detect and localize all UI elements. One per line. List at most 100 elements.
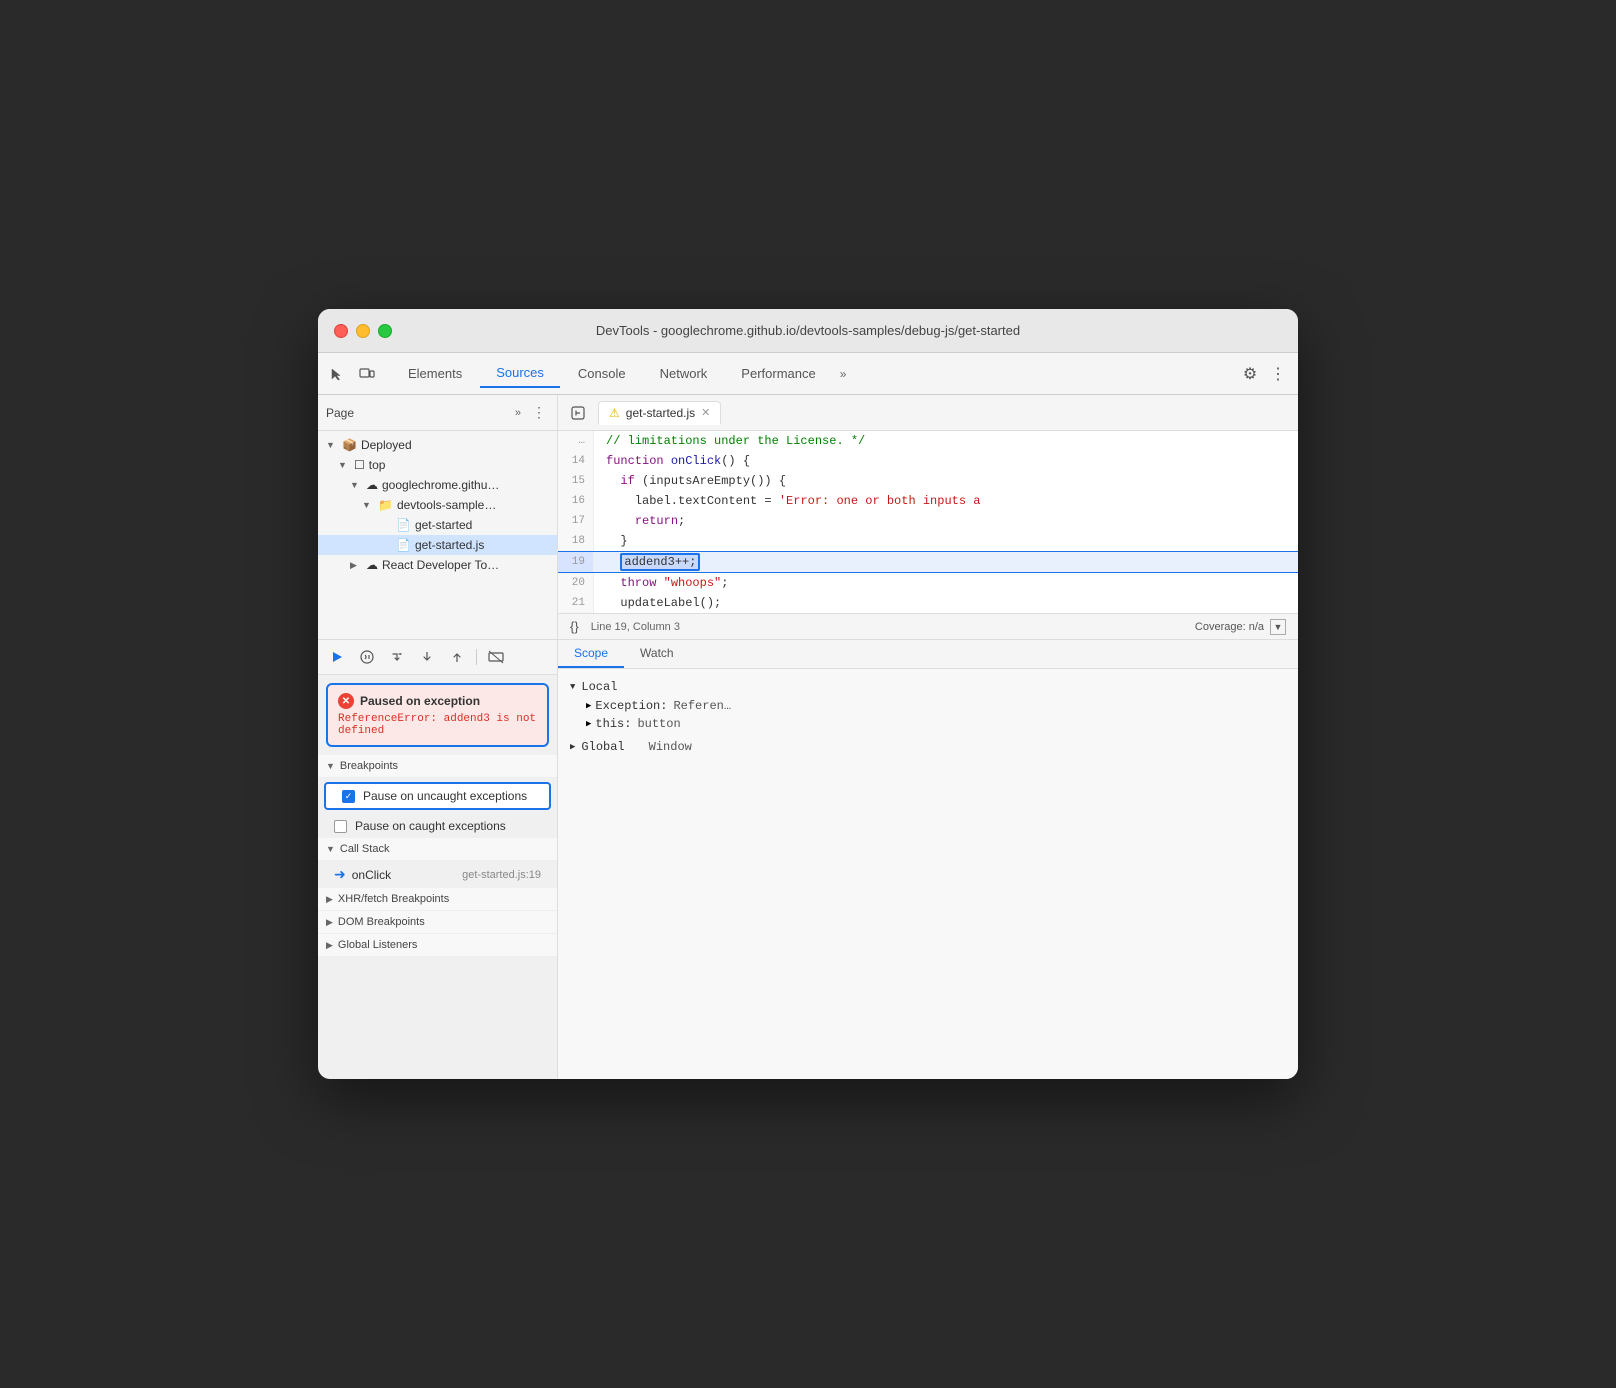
tree-arrow: ▼ — [350, 480, 362, 490]
dom-breakpoints-section-header[interactable]: ▶ DOM Breakpoints — [318, 911, 557, 934]
call-stack-section-header[interactable]: ▼ Call Stack — [318, 838, 557, 861]
tab-sources[interactable]: Sources — [480, 359, 560, 388]
code-line-16: 16 label.textContent = 'Error: one or bo… — [558, 491, 1298, 511]
file-icon: 📄 — [396, 518, 411, 532]
xhr-arrow-icon: ▶ — [326, 894, 333, 905]
top-tabs-bar: Elements Sources Console Network Perform… — [318, 353, 1298, 395]
pause-uncaught-check-icon — [342, 790, 355, 803]
scope-group-global-header[interactable]: ▶ Global Window — [562, 737, 1294, 757]
scope-item-exception[interactable]: ▶ Exception: Referen… — [562, 697, 1294, 715]
tab-console[interactable]: Console — [562, 360, 642, 387]
coverage-toggle[interactable]: ▼ — [1270, 619, 1286, 635]
tree-item-get-started-js[interactable]: 📄 get-started.js — [318, 535, 557, 555]
tab-network[interactable]: Network — [644, 360, 724, 387]
file-tab-get-started-js[interactable]: ⚠ get-started.js ✕ — [598, 401, 721, 425]
tree-item-react-devtools[interactable]: ▶ ☁ React Developer To… — [318, 555, 557, 575]
call-stack-item-onlick[interactable]: ➜ onClick get-started.js:19 — [318, 861, 557, 888]
minimize-button[interactable] — [356, 324, 370, 338]
scope-group-local: ▼ Local ▶ Exception: Referen… ▶ this: bu… — [562, 677, 1294, 733]
tree-label: React Developer To… — [382, 558, 499, 572]
scope-value: Referen… — [673, 699, 731, 713]
call-stack-arrow-icon: ▼ — [326, 844, 335, 854]
scope-item-arrow-icon2: ▶ — [586, 719, 591, 729]
deployed-icon: 📦 — [342, 438, 357, 452]
pause-button[interactable] — [356, 646, 378, 668]
scope-tab-watch[interactable]: Watch — [624, 640, 690, 668]
coverage-panel: Coverage: n/a ▼ — [1195, 619, 1286, 635]
tab-elements[interactable]: Elements — [392, 360, 478, 387]
deactivate-breakpoints-button[interactable] — [485, 646, 507, 668]
exception-title-text: Paused on exception — [360, 694, 480, 708]
scope-local-label: Local — [581, 680, 617, 694]
bottom-panel: ✕ Paused on exception ReferenceError: ad… — [318, 639, 1298, 1079]
sidebar-header: Page » ⋮ — [318, 395, 557, 431]
pause-uncaught-checkbox[interactable]: Pause on uncaught exceptions — [326, 784, 549, 808]
tab-performance[interactable]: Performance — [725, 360, 831, 387]
more-menu-icon[interactable]: ⋮ — [1266, 362, 1290, 386]
scope-content: ▼ Local ▶ Exception: Referen… ▶ this: bu… — [558, 669, 1298, 769]
line-content: addend3++; — [594, 552, 1298, 572]
line-number: 18 — [558, 531, 594, 551]
status-bar: {} Line 19, Column 3 Coverage: n/a ▼ — [558, 613, 1298, 639]
main-content: Page » ⋮ ▼ 📦 Deployed ▼ ☐ top — [318, 395, 1298, 639]
editor-area: ⚠ get-started.js ✕ … // limitations unde… — [558, 395, 1298, 639]
line-content: updateLabel(); — [594, 593, 1298, 613]
code-line-14: 14 function onClick() { — [558, 451, 1298, 471]
line-number: 16 — [558, 491, 594, 511]
scope-group-local-header[interactable]: ▼ Local — [562, 677, 1294, 697]
editor-tabs: ⚠ get-started.js ✕ — [558, 395, 1298, 431]
breakpoints-section-header[interactable]: ▼ Breakpoints — [318, 755, 557, 778]
close-button[interactable] — [334, 324, 348, 338]
pause-caught-checkbox[interactable]: Pause on caught exceptions — [318, 814, 557, 838]
settings-icon[interactable]: ⚙ — [1236, 360, 1264, 388]
tree-arrow: ▼ — [326, 440, 338, 450]
scope-global-arrow-icon: ▶ — [570, 742, 575, 752]
code-view[interactable]: … // limitations under the License. */ 1… — [558, 431, 1298, 613]
global-listeners-section-header[interactable]: ▶ Global Listeners — [318, 934, 557, 957]
pause-caught-check-icon — [334, 820, 347, 833]
call-stack-section-title: Call Stack — [340, 843, 390, 855]
folder-icon: 📁 — [378, 498, 393, 512]
format-icon[interactable]: {} — [570, 619, 579, 634]
exception-notice: ✕ Paused on exception ReferenceError: ad… — [326, 683, 549, 747]
device-icon[interactable] — [356, 363, 378, 385]
code-line-21: 21 updateLabel(); — [558, 593, 1298, 613]
cursor-icon[interactable] — [326, 363, 348, 385]
tab-icons — [326, 363, 378, 385]
exception-title: ✕ Paused on exception — [338, 693, 537, 709]
tree-label: top — [369, 458, 386, 472]
tree-item-devtools-samples[interactable]: ▼ 📁 devtools-sample… — [318, 495, 557, 515]
sidebar-more-button[interactable]: » — [515, 407, 521, 419]
step-into-button[interactable] — [416, 646, 438, 668]
scope-global-label: Global — [581, 740, 624, 754]
tab-more-button[interactable]: » — [834, 363, 853, 385]
tree-item-get-started[interactable]: 📄 get-started — [318, 515, 557, 535]
resume-button[interactable] — [326, 646, 348, 668]
js-file-icon: 📄 — [396, 538, 411, 552]
scope-key-this: this: — [595, 717, 631, 731]
xhr-breakpoints-section-header[interactable]: ▶ XHR/fetch Breakpoints — [318, 888, 557, 911]
step-out-button[interactable] — [446, 646, 468, 668]
editor-back-icon[interactable] — [566, 401, 590, 425]
devtools-window: DevTools - googlechrome.github.io/devtoo… — [318, 309, 1298, 1079]
title-bar: DevTools - googlechrome.github.io/devtoo… — [318, 309, 1298, 353]
scope-tabs: Scope Watch — [558, 640, 1298, 669]
tree-item-top[interactable]: ▼ ☐ top — [318, 455, 557, 475]
pause-uncaught-label: Pause on uncaught exceptions — [363, 789, 527, 803]
tree-item-deployed[interactable]: ▼ 📦 Deployed — [318, 435, 557, 455]
scope-item-this[interactable]: ▶ this: button — [562, 715, 1294, 733]
pause-caught-label: Pause on caught exceptions — [355, 819, 506, 833]
tree-label: get-started — [415, 518, 472, 532]
step-over-button[interactable] — [386, 646, 408, 668]
exception-message: ReferenceError: addend3 is not defined — [338, 713, 537, 737]
exception-icon: ✕ — [338, 693, 354, 709]
xhr-section-title: XHR/fetch Breakpoints — [338, 893, 449, 905]
debugger-panel: ✕ Paused on exception ReferenceError: ad… — [318, 640, 558, 1079]
scope-tab-scope[interactable]: Scope — [558, 640, 624, 668]
line-number: 19 — [558, 552, 594, 572]
sidebar-options-icon[interactable]: ⋮ — [529, 403, 549, 423]
tab-close-icon[interactable]: ✕ — [701, 406, 710, 419]
scope-panel: Scope Watch ▼ Local ▶ Exception: Referen… — [558, 640, 1298, 1079]
tree-item-googlechrome[interactable]: ▼ ☁ googlechrome.githu… — [318, 475, 557, 495]
maximize-button[interactable] — [378, 324, 392, 338]
